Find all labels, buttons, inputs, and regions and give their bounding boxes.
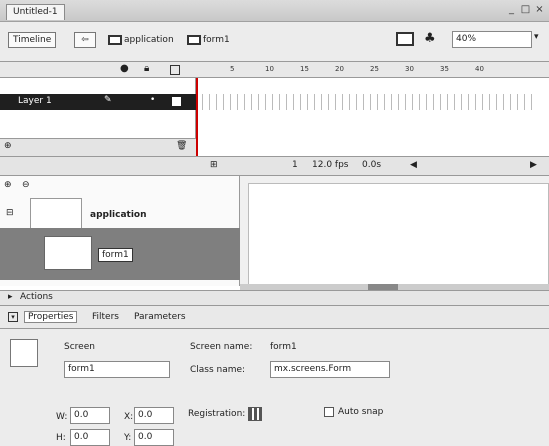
zoom-select[interactable]: 40% — [452, 31, 532, 48]
current-frame: 1 — [292, 160, 298, 170]
actions-label: Actions — [20, 292, 53, 302]
frame-cells[interactable] — [196, 94, 536, 110]
layer-tools: ⊕ 🗑︎ — [0, 138, 196, 156]
tab-properties[interactable]: Properties — [24, 311, 78, 323]
maximize-button[interactable]: □ — [520, 4, 531, 15]
h-label: H: — [56, 433, 66, 443]
back-arrow-button[interactable]: ⇦ — [74, 32, 96, 48]
collapse-icon[interactable]: ⊟ — [6, 208, 14, 218]
x-label: X: — [124, 412, 134, 422]
screen-thumbnail — [44, 236, 92, 270]
ruler-tick-label: 35 — [440, 65, 449, 73]
add-layer-icon[interactable]: ⊕ — [4, 141, 12, 151]
trash-icon[interactable]: 🗑︎ — [176, 141, 187, 151]
w-label: W: — [56, 412, 68, 422]
tab-parameters[interactable]: Parameters — [134, 312, 186, 322]
lock-icon[interactable]: 🔒︎ — [144, 63, 149, 74]
breadcrumb-form[interactable]: form1 — [187, 33, 230, 47]
autosnap-label: Auto snap — [338, 407, 384, 417]
screen-item-selected[interactable]: form1 — [0, 228, 240, 280]
center-frame-icon[interactable]: ⊞ — [210, 160, 218, 170]
panel-menu-icon[interactable]: ▾ — [8, 312, 18, 322]
screen-outline-pane: ⊕ ⊖ ⊟ application form1 — [0, 176, 240, 286]
timeline-toggle-button[interactable]: Timeline — [8, 32, 57, 48]
ruler-tick-label: 10 — [265, 65, 274, 73]
instance-name-field[interactable]: form1 — [64, 361, 170, 378]
ruler-tick-label: 40 — [475, 65, 484, 73]
screen-name: application — [90, 210, 147, 220]
frame-rate: 12.0 fps — [312, 160, 349, 170]
chevron-down-icon[interactable]: ▾ — [534, 32, 539, 42]
class-name-field[interactable]: mx.screens.Form — [270, 361, 390, 378]
class-name-label: Class name: — [190, 365, 246, 375]
screen-name: form1 — [98, 248, 133, 262]
layer-row[interactable]: Layer 1 ✎ • — [0, 94, 196, 110]
autosnap-checkbox[interactable] — [324, 407, 334, 417]
pencil-icon: ✎ — [104, 95, 112, 105]
registration-grid[interactable] — [248, 407, 262, 421]
x-field[interactable]: 0.0 — [134, 407, 174, 424]
edit-bar: Timeline ⇦ application form1 ♣ 40% ▾ — [0, 22, 549, 62]
screen-name-value[interactable]: form1 — [270, 342, 297, 352]
close-button[interactable]: × — [534, 4, 545, 15]
scroll-right-icon[interactable]: ▶ — [530, 160, 537, 170]
ruler-tick-label: 20 — [335, 65, 344, 73]
layer-name: Layer 1 — [18, 96, 52, 106]
frames-panel: 5 10 15 20 25 30 35 40 — [196, 62, 549, 156]
width-field[interactable]: 0.0 — [70, 407, 110, 424]
actions-panel-header[interactable]: ▸ Actions — [0, 290, 549, 306]
screen-name-label: Screen name: — [190, 342, 253, 352]
frame-ruler: 5 10 15 20 25 30 35 40 — [196, 62, 549, 78]
outline-color-icon — [172, 97, 181, 106]
outline-icon[interactable] — [170, 65, 180, 75]
y-label: Y: — [124, 433, 132, 443]
dot-icon: • — [150, 95, 156, 105]
layers-header: ● 🔒︎ — [0, 62, 196, 78]
document-tab[interactable]: Untitled-1 — [6, 4, 65, 20]
tab-filters[interactable]: Filters — [92, 312, 119, 322]
ruler-tick-label: 5 — [230, 65, 235, 73]
ruler-tick-label: 30 — [405, 65, 414, 73]
timeline-status: ⊞ 1 12.0 fps 0.0s ◀ ▶ — [0, 156, 549, 176]
edit-symbol-icon[interactable]: ♣ — [424, 31, 436, 46]
symbol-type: Screen — [64, 342, 95, 352]
breadcrumb-application[interactable]: application — [108, 33, 174, 47]
properties-panel: Screen form1 Screen name: form1 Class na… — [0, 328, 549, 446]
minimize-button[interactable]: _ — [506, 4, 517, 15]
registration-label: Registration: — [188, 409, 246, 419]
screen-thumbnail — [30, 198, 82, 230]
y-field[interactable]: 0.0 — [134, 429, 174, 446]
screen-symbol-icon — [10, 339, 38, 367]
scroll-left-icon[interactable]: ◀ — [410, 160, 417, 170]
screen-icon — [108, 34, 122, 45]
stage-canvas[interactable] — [248, 183, 549, 286]
remove-screen-icon[interactable]: ⊖ — [22, 180, 30, 190]
screen-icon — [187, 34, 201, 45]
ruler-tick-label: 15 — [300, 65, 309, 73]
back-arrow-icon: ⇦ — [81, 35, 89, 45]
edit-scene-icon[interactable] — [396, 32, 414, 46]
playhead[interactable] — [196, 78, 198, 156]
add-screen-icon[interactable]: ⊕ — [4, 180, 12, 190]
height-field[interactable]: 0.0 — [70, 429, 110, 446]
ruler-tick-label: 25 — [370, 65, 379, 73]
properties-tab-bar: ▾ Properties Filters Parameters — [0, 306, 549, 328]
document-titlebar: Untitled-1 _ □ × — [0, 0, 549, 22]
layers-panel: ● 🔒︎ Layer 1 ✎ • ⊕ 🗑︎ — [0, 62, 196, 156]
expand-arrow-icon: ▸ — [8, 292, 13, 302]
eye-icon[interactable]: ● — [120, 63, 129, 74]
elapsed-time: 0.0s — [362, 160, 382, 170]
